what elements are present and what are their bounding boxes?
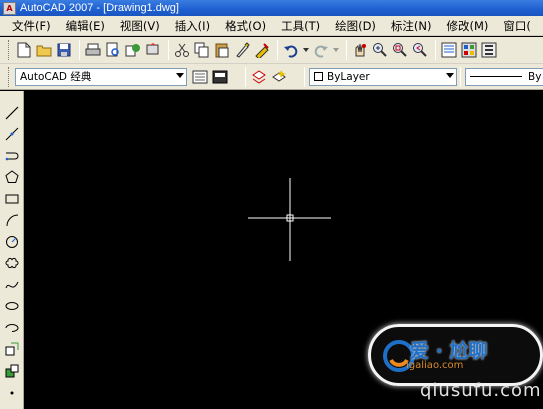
copy-icon[interactable] bbox=[193, 41, 211, 59]
layer-properties-icon[interactable] bbox=[250, 68, 268, 86]
toolbar-separator bbox=[304, 66, 305, 87]
zoom-window-icon[interactable] bbox=[391, 41, 409, 59]
publish-icon[interactable] bbox=[124, 41, 142, 59]
undo-icon[interactable] bbox=[282, 41, 300, 59]
redo-icon[interactable] bbox=[312, 41, 330, 59]
new-file-icon[interactable] bbox=[15, 41, 33, 59]
cut-icon[interactable] bbox=[173, 41, 191, 59]
point-tool-icon[interactable] bbox=[3, 384, 21, 402]
ellipse-arc-icon[interactable] bbox=[3, 319, 21, 337]
save-workspace-icon[interactable] bbox=[211, 68, 229, 86]
toolbar-separator bbox=[79, 40, 80, 60]
menu-format[interactable]: 格式(O) bbox=[225, 18, 266, 34]
plot-icon[interactable] bbox=[144, 41, 162, 59]
block-editor-icon[interactable] bbox=[253, 41, 271, 59]
print-preview-icon[interactable] bbox=[104, 41, 122, 59]
pan-realtime-icon[interactable] bbox=[351, 41, 369, 59]
window-title: AutoCAD 2007 - [Drawing1.dwg] bbox=[20, 2, 179, 14]
circle-tool-icon[interactable] bbox=[3, 233, 21, 251]
polyline-tool-icon[interactable] bbox=[3, 147, 21, 165]
workspace-settings-icon[interactable] bbox=[191, 68, 209, 86]
watermark-footer: qiusufu.com bbox=[420, 380, 542, 401]
menu-file[interactable]: 文件(F) bbox=[12, 18, 51, 34]
redo-dropdown-icon[interactable] bbox=[332, 41, 340, 59]
paste-icon[interactable] bbox=[213, 41, 231, 59]
menu-draw[interactable]: 绘图(D) bbox=[335, 18, 376, 34]
color-swatch bbox=[314, 72, 323, 81]
zoom-previous-icon[interactable] bbox=[411, 41, 429, 59]
title-bar: A AutoCAD 2007 - [Drawing1.dwg] bbox=[0, 0, 543, 16]
open-file-icon[interactable] bbox=[35, 41, 53, 59]
properties-icon[interactable] bbox=[440, 41, 458, 59]
menu-view[interactable]: 视图(V) bbox=[120, 18, 160, 34]
watermark-title: 爱 · 尬聊 bbox=[410, 340, 488, 362]
linetype-control-select[interactable]: By bbox=[465, 67, 543, 86]
menu-modify[interactable]: 修改(M) bbox=[447, 18, 489, 34]
toolbar-grip[interactable] bbox=[8, 66, 11, 87]
menu-tools[interactable]: 工具(T) bbox=[281, 18, 320, 34]
zoom-realtime-icon[interactable] bbox=[371, 41, 389, 59]
menu-insert[interactable]: 插入(I) bbox=[175, 18, 210, 34]
undo-dropdown-icon[interactable] bbox=[302, 41, 310, 59]
print-icon[interactable] bbox=[84, 41, 102, 59]
workspace-current: AutoCAD 经典 bbox=[20, 71, 92, 83]
line-tool-icon[interactable] bbox=[3, 104, 21, 122]
insert-block-icon[interactable] bbox=[3, 340, 21, 358]
construction-line-icon[interactable] bbox=[3, 125, 21, 143]
workspace-select[interactable]: AutoCAD 经典 bbox=[15, 67, 187, 86]
toolbar-separator bbox=[346, 40, 347, 60]
match-properties-icon[interactable] bbox=[233, 41, 251, 59]
polygon-tool-icon[interactable] bbox=[3, 168, 21, 186]
watermark: 爱 · 尬聊 igaliao.com qiusufu.com bbox=[362, 320, 543, 409]
save-icon[interactable] bbox=[55, 41, 73, 59]
standard-toolbar bbox=[0, 37, 543, 64]
toolbar-grip[interactable] bbox=[8, 40, 11, 60]
arc-tool-icon[interactable] bbox=[3, 211, 21, 229]
autocad-app-icon[interactable]: A bbox=[3, 1, 16, 15]
menu-dimension[interactable]: 标注(N) bbox=[391, 18, 432, 34]
toolbar-separator bbox=[460, 66, 461, 87]
chevron-down-icon bbox=[446, 72, 454, 78]
revision-cloud-icon[interactable] bbox=[3, 254, 21, 272]
toolbar-separator bbox=[245, 66, 246, 87]
color-current: ByLayer bbox=[327, 70, 370, 83]
toolbar-separator bbox=[168, 40, 169, 60]
toolbar-separator bbox=[435, 40, 436, 60]
color-control-select[interactable]: ByLayer bbox=[309, 67, 457, 86]
rectangle-tool-icon[interactable] bbox=[3, 190, 21, 208]
make-block-icon[interactable] bbox=[3, 362, 21, 380]
ellipse-tool-icon[interactable] bbox=[3, 297, 21, 315]
menu-bar: 文件(F) 编辑(E) 视图(V) 插入(I) 格式(O) 工具(T) 绘图(D… bbox=[0, 16, 543, 36]
tool-palettes-icon[interactable] bbox=[480, 41, 498, 59]
toolbar-separator bbox=[277, 40, 278, 60]
linetype-preview bbox=[470, 76, 522, 77]
spline-tool-icon[interactable] bbox=[3, 276, 21, 294]
menu-window[interactable]: 窗口( bbox=[503, 18, 531, 34]
design-center-icon[interactable] bbox=[460, 41, 478, 59]
chevron-down-icon bbox=[176, 72, 184, 78]
linetype-current: By bbox=[528, 70, 542, 83]
watermark-url: igaliao.com bbox=[406, 360, 464, 371]
menu-edit[interactable]: 编辑(E) bbox=[66, 18, 105, 34]
make-layer-current-icon[interactable] bbox=[270, 68, 288, 86]
draw-toolbar bbox=[0, 91, 24, 409]
workspaces-toolbar: AutoCAD 经典 ByLayer By bbox=[0, 64, 543, 90]
